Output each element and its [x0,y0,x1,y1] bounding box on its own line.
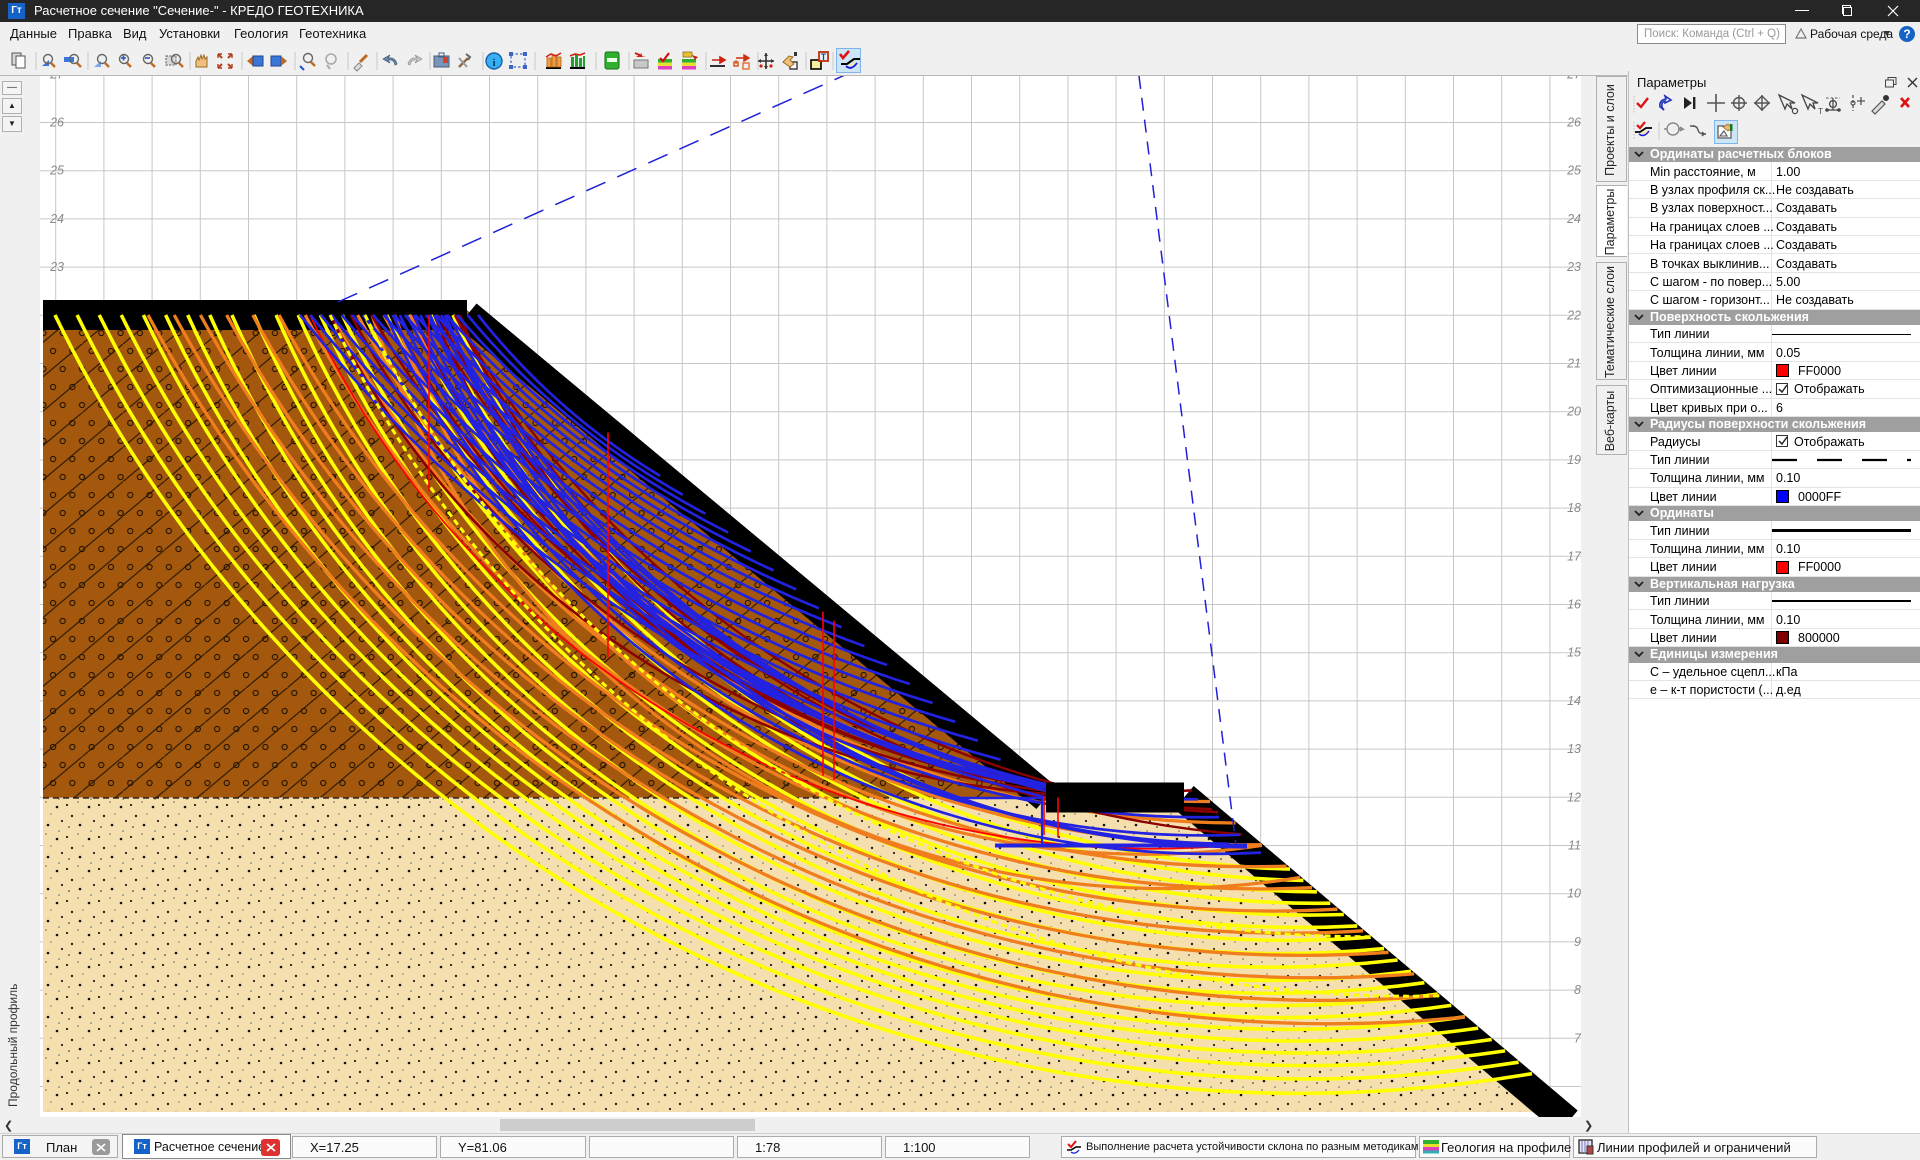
svg-text:26: 26 [49,116,64,130]
svg-text:12: 12 [1567,790,1581,804]
svg-text:13: 13 [1567,742,1581,756]
svg-text:i: i [492,57,495,69]
svg-text:23: 23 [1566,260,1581,274]
svg-text:17: 17 [1567,549,1581,563]
svg-text:26: 26 [1566,116,1581,130]
svg-text:20: 20 [1566,405,1581,419]
svg-text:27: 27 [1566,76,1581,81]
svg-text:11: 11 [1568,839,1581,853]
svg-text:T: T [1818,107,1823,116]
svg-text:19: 19 [1567,453,1581,467]
svg-text:18: 18 [1567,501,1581,515]
svg-text:8: 8 [1574,983,1581,997]
svg-text:7: 7 [1574,1031,1581,1045]
svg-text:T: T [821,52,827,62]
svg-text:25: 25 [1566,164,1581,178]
svg-text:22: 22 [1566,308,1581,322]
svg-text:23: 23 [49,260,64,274]
svg-text:10: 10 [1567,887,1581,901]
svg-text:25: 25 [49,164,64,178]
svg-text:24: 24 [49,212,64,226]
svg-text:15: 15 [1567,646,1581,660]
svg-text:27: 27 [49,76,65,81]
svg-text:21: 21 [1566,357,1581,371]
svg-text:14: 14 [1567,694,1581,708]
svg-text:9: 9 [1574,935,1581,949]
svg-text:24: 24 [1566,212,1581,226]
svg-text:16: 16 [1567,598,1581,612]
